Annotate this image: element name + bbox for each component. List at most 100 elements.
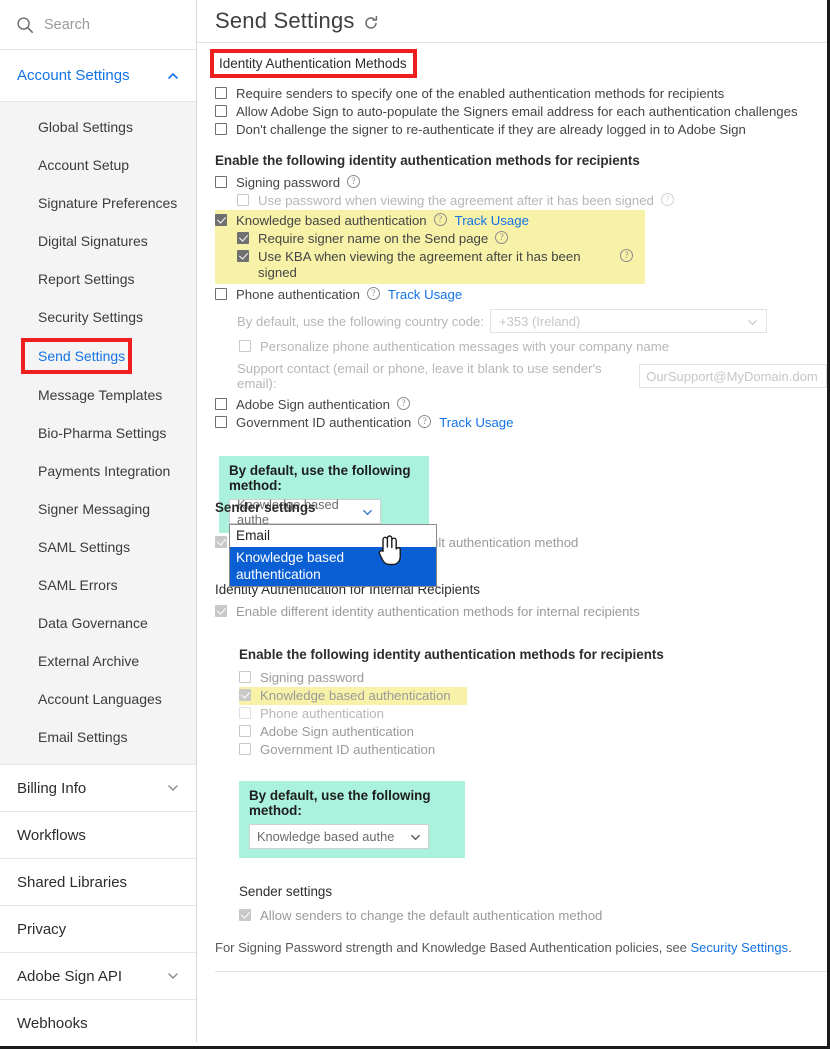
checkbox-auto-populate-email[interactable] [215,105,227,117]
sidebar-group-account-settings[interactable]: Account Settings [0,50,196,102]
sidebar-item-data-governance[interactable]: Data Governance [0,604,196,642]
kba-track-usage-link[interactable]: Track Usage [455,213,529,229]
sidebar-item-payments-integration[interactable]: Payments Integration [0,452,196,490]
checkbox-allow-senders-change-default[interactable] [215,536,227,548]
checkbox-row-internal-adobe-sign-auth[interactable]: Adobe Sign authentication [239,723,827,741]
checkbox-require-signer-name[interactable] [237,232,249,244]
checkbox-internal-phone-auth[interactable] [239,707,251,719]
sidebar-item-label: Account Setup [38,157,130,173]
sidebar-group-billing-info[interactable]: Billing Info [0,765,196,812]
checkbox-row-signing-password[interactable]: Signing password ? [215,174,827,192]
checkbox-phone-auth[interactable] [215,288,227,300]
checkbox-dont-challenge-signer[interactable] [215,123,227,135]
sidebar-item-global-settings[interactable]: Global Settings [0,108,196,146]
gov-id-track-usage-link[interactable]: Track Usage [439,415,513,431]
checkbox-row-kba[interactable]: Knowledge based authentication ? Track U… [215,212,637,230]
checkbox-internal-kba[interactable] [239,689,251,701]
checkbox-row-enable-internal-methods[interactable]: Enable different identity authentication… [215,603,827,621]
checkbox-row-require-senders[interactable]: Require senders to specify one of the en… [215,85,827,103]
checkbox-internal-adobe-sign-auth[interactable] [239,725,251,737]
refresh-icon[interactable] [363,15,379,31]
sidebar-item-account-languages[interactable]: Account Languages [0,680,196,718]
checkbox-enable-internal-methods[interactable] [215,605,227,617]
checkbox-require-senders[interactable] [215,87,227,99]
checkbox-row-dont-challenge-signer[interactable]: Don't challenge the signer to re-authent… [215,121,827,139]
sidebar-group-workflows[interactable]: Workflows [0,812,196,859]
checkbox-label: Adobe Sign authentication [260,724,414,739]
checkbox-row-internal-gov-id-auth[interactable]: Government ID authentication [239,741,827,759]
sidebar-item-signature-preferences[interactable]: Signature Preferences [0,184,196,222]
sidebar-item-signer-messaging[interactable]: Signer Messaging [0,490,196,528]
enable-methods-heading: Enable the following identity authentica… [215,153,640,168]
checkbox-use-password-after-signed[interactable] [237,194,249,206]
sidebar-item-label: SAML Settings [38,539,131,555]
checkbox-row-auto-populate-email[interactable]: Allow Adobe Sign to auto-populate the Si… [215,103,827,121]
country-code-select[interactable]: +353 (Ireland) [490,309,768,333]
default-method-area: By default, use the following method: Kn… [215,456,827,587]
checkbox-kba[interactable] [215,214,227,226]
app-window: Search Account Settings Global Settings … [0,0,830,1049]
sidebar-item-external-archive[interactable]: External Archive [0,642,196,680]
sidebar-item-label: Signer Messaging [38,501,151,517]
sidebar-item-report-settings[interactable]: Report Settings [0,260,196,298]
help-icon[interactable]: ? [396,397,410,410]
help-icon[interactable]: ? [366,287,380,300]
sidebar-item-email-settings[interactable]: Email Settings [0,718,196,756]
sidebar-group-shared-libraries[interactable]: Shared Libraries [0,859,196,906]
sidebar-group-privacy[interactable]: Privacy [0,906,196,953]
sidebar-group-adobe-sign-api[interactable]: Adobe Sign API [0,953,196,1000]
country-code-value: +353 (Ireland) [499,313,581,329]
sidebar-item-message-templates[interactable]: Message Templates [0,376,196,414]
help-icon[interactable]: ? [660,193,674,206]
dropdown-option-kba[interactable]: Knowledge based authentication [230,547,436,586]
sidebar-group-label: Workflows [17,826,86,844]
checkbox-internal-gov-id-auth[interactable] [239,743,251,755]
help-icon[interactable]: ? [495,231,509,244]
internal-default-method-select[interactable]: Knowledge based authe [249,824,429,849]
internal-default-method-selected-value: Knowledge based authe [257,829,395,844]
checkbox-row-adobe-sign-auth[interactable]: Adobe Sign authentication ? [215,396,827,414]
search-input[interactable]: Search [44,17,90,33]
support-contact-input[interactable]: OurSupport@MyDomain.dom [639,364,827,388]
sidebar-item-bio-pharma-settings[interactable]: Bio-Pharma Settings [0,414,196,452]
sidebar-item-saml-errors[interactable]: SAML Errors [0,566,196,604]
help-icon[interactable]: ? [620,249,633,262]
checkbox-row-internal-kba[interactable]: Knowledge based authentication [239,687,467,705]
search-bar[interactable]: Search [0,0,196,50]
checkbox-label: Require signer name on the Send page [258,231,489,246]
mouse-cursor-hand-icon [375,532,401,571]
checkbox-row-use-kba-after-signed[interactable]: Use KBA when viewing the agreement after… [237,248,637,282]
checkbox-row-internal-signing-password[interactable]: Signing password [239,669,827,687]
sidebar-item-send-settings[interactable]: Send Settings [0,336,196,376]
checkbox-row-gov-id-auth[interactable]: Government ID authentication ? Track Usa… [215,414,827,432]
help-icon[interactable]: ? [347,175,361,188]
checkbox-row-internal-allow-senders-change[interactable]: Allow senders to change the default auth… [239,907,827,925]
phone-track-usage-link[interactable]: Track Usage [388,287,462,303]
checkbox-signing-password[interactable] [215,176,227,188]
checkbox-adobe-sign-auth[interactable] [215,398,227,410]
checkbox-row-require-signer-name[interactable]: Require signer name on the Send page ? [237,230,637,248]
checkbox-row-internal-phone-auth[interactable]: Phone authentication [239,705,827,723]
checkbox-internal-allow-senders-change[interactable] [239,909,251,921]
sidebar-group-label: Adobe Sign API [17,967,123,985]
sidebar-group-webhooks[interactable]: Webhooks [0,1000,196,1046]
checkbox-label: Knowledge based authentication [236,213,427,228]
checkbox-personalize-phone-msg[interactable] [239,340,251,352]
checkbox-row-personalize-phone-msg[interactable]: Personalize phone authentication message… [239,338,827,356]
security-settings-link[interactable]: Security Settings [691,940,789,955]
sidebar-item-account-setup[interactable]: Account Setup [0,146,196,184]
checkbox-use-kba-after-signed[interactable] [237,250,249,262]
checkbox-row-use-password-after-signed[interactable]: Use password when viewing the agreement … [237,192,827,210]
default-method-label: By default, use the following method: [229,463,411,493]
sidebar-item-saml-settings[interactable]: SAML Settings [0,528,196,566]
help-icon[interactable]: ? [418,415,432,428]
help-icon[interactable]: ? [433,213,447,226]
page-title: Send Settings [215,8,355,33]
checkbox-internal-signing-password[interactable] [239,671,251,683]
sidebar-item-digital-signatures[interactable]: Digital Signatures [0,222,196,260]
dropdown-option-email[interactable]: Email [230,525,436,547]
checkbox-row-phone-auth[interactable]: Phone authentication ? Track Usage [215,286,827,304]
checkbox-label: Use KBA when viewing the agreement after… [258,249,581,280]
sidebar-item-security-settings[interactable]: Security Settings [0,298,196,336]
checkbox-gov-id-auth[interactable] [215,416,227,428]
